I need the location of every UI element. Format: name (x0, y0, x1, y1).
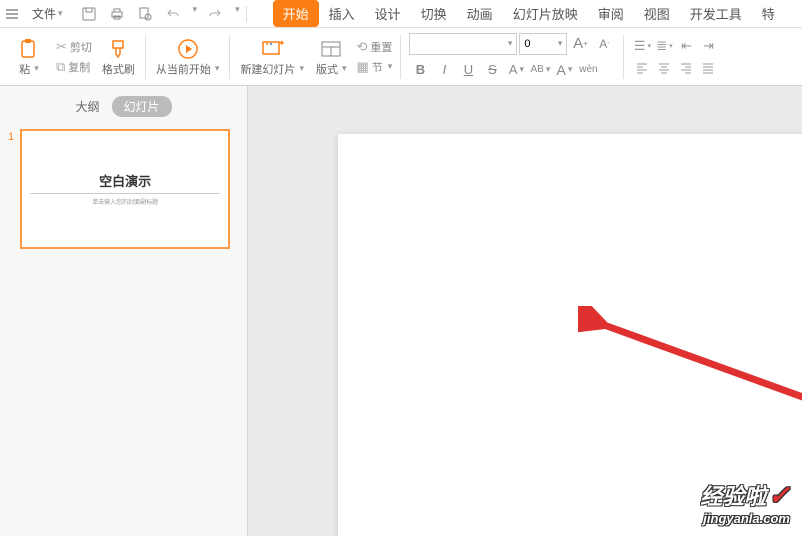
strike-button[interactable]: S (481, 59, 503, 81)
slides-tab[interactable]: 幻灯片 (112, 96, 172, 117)
tab-review[interactable]: 审阅 (588, 0, 634, 27)
chevron-down-icon[interactable]: ▾ (235, 4, 240, 24)
from-current-button[interactable]: 从当前开始▾ (150, 35, 226, 79)
tab-insert[interactable]: 插入 (319, 0, 365, 27)
paste-icon (18, 37, 40, 61)
align-center-button[interactable] (654, 59, 674, 77)
font-size-combo[interactable]: 0▾ (519, 33, 567, 55)
undo-icon[interactable] (163, 4, 183, 24)
decrease-font-icon[interactable]: A- (593, 33, 615, 55)
tab-start[interactable]: 开始 (273, 0, 319, 27)
paste-label: 粘 (19, 61, 30, 77)
play-circle-icon (176, 37, 200, 61)
cut-button[interactable]: ✂剪切 (52, 38, 96, 56)
file-menu[interactable]: 文件 ▾ (24, 3, 71, 24)
slide-thumbnail[interactable]: 空白演示 单击输入您的封面副标题 (20, 129, 230, 249)
tab-view[interactable]: 视图 (634, 0, 680, 27)
scissors-icon: ✂ (56, 39, 67, 55)
new-slide-icon: ✦ (260, 37, 284, 61)
align-left-button[interactable] (632, 59, 652, 77)
current-slide[interactable]: 空 单击输 (338, 134, 802, 536)
highlight-button[interactable]: AB▾ (529, 59, 551, 81)
section-icon: ▦ (357, 59, 369, 75)
copy-button[interactable]: ⧉复制 (52, 58, 96, 76)
copy-icon: ⧉ (56, 59, 65, 75)
tab-slideshow[interactable]: 幻灯片放映 (503, 0, 588, 27)
file-label: 文件 (32, 5, 56, 22)
numbering-button[interactable]: ≣▾ (654, 37, 674, 55)
section-button[interactable]: ▦节▾ (353, 58, 397, 76)
tab-transition[interactable]: 切换 (411, 0, 457, 27)
slide-number: 1 (8, 131, 14, 143)
brush-icon (108, 37, 128, 61)
hamburger-icon[interactable] (4, 6, 20, 22)
check-icon: ✓ (768, 480, 790, 511)
save-icon[interactable] (79, 4, 99, 24)
italic-button[interactable]: I (433, 59, 455, 81)
print-preview-icon[interactable] (135, 4, 155, 24)
layout-icon (320, 37, 342, 61)
tab-design[interactable]: 设计 (365, 0, 411, 27)
font-color-button[interactable]: A▾ (505, 59, 527, 81)
font-name-combo[interactable]: ▾ (409, 33, 517, 55)
format-painter-button[interactable]: 格式刷 (96, 35, 141, 79)
thumb-subtitle: 单击输入您的封面副标题 (30, 197, 220, 206)
thumb-title: 空白演示 (30, 171, 220, 194)
outline-tab[interactable]: 大纲 (75, 98, 99, 115)
align-right-button[interactable] (676, 59, 696, 77)
chevron-down-icon[interactable]: ▾ (193, 4, 198, 24)
underline-button[interactable]: U (457, 59, 479, 81)
layout-button[interactable]: 版式▾ (310, 35, 353, 79)
watermark: 经验啦✓ jingyanla.com (700, 479, 790, 526)
redo-icon[interactable] (205, 4, 225, 24)
increase-indent-button[interactable]: ⇥ (698, 37, 718, 55)
reset-button[interactable]: ⟲重置 (353, 38, 397, 56)
slide-canvas[interactable]: 空 单击输 (248, 86, 802, 536)
slide-thumbnail-row[interactable]: 1 空白演示 单击输入您的封面副标题 (0, 129, 247, 249)
decrease-indent-button[interactable]: ⇤ (676, 37, 696, 55)
increase-font-icon[interactable]: A+ (569, 33, 591, 55)
pinyin-button[interactable]: wèn (577, 59, 599, 81)
tab-animation[interactable]: 动画 (457, 0, 503, 27)
tab-developer[interactable]: 开发工具 (680, 0, 752, 27)
svg-text:✦: ✦ (278, 38, 284, 48)
paste-button[interactable]: 粘▾ (12, 35, 46, 79)
bold-button[interactable]: B (409, 59, 431, 81)
chevron-down-icon: ▾ (58, 8, 63, 19)
bullets-button[interactable]: ☰▾ (632, 37, 652, 55)
print-icon[interactable] (107, 4, 127, 24)
tab-extra[interactable]: 特 (752, 0, 785, 27)
reset-icon: ⟲ (357, 39, 368, 55)
slide-panel: 大纲 幻灯片 1 空白演示 单击输入您的封面副标题 (0, 86, 248, 536)
align-justify-button[interactable] (698, 59, 718, 77)
new-slide-button[interactable]: ✦ 新建幻灯片▾ (234, 35, 310, 79)
text-effect-button[interactable]: A▾ (553, 59, 575, 81)
